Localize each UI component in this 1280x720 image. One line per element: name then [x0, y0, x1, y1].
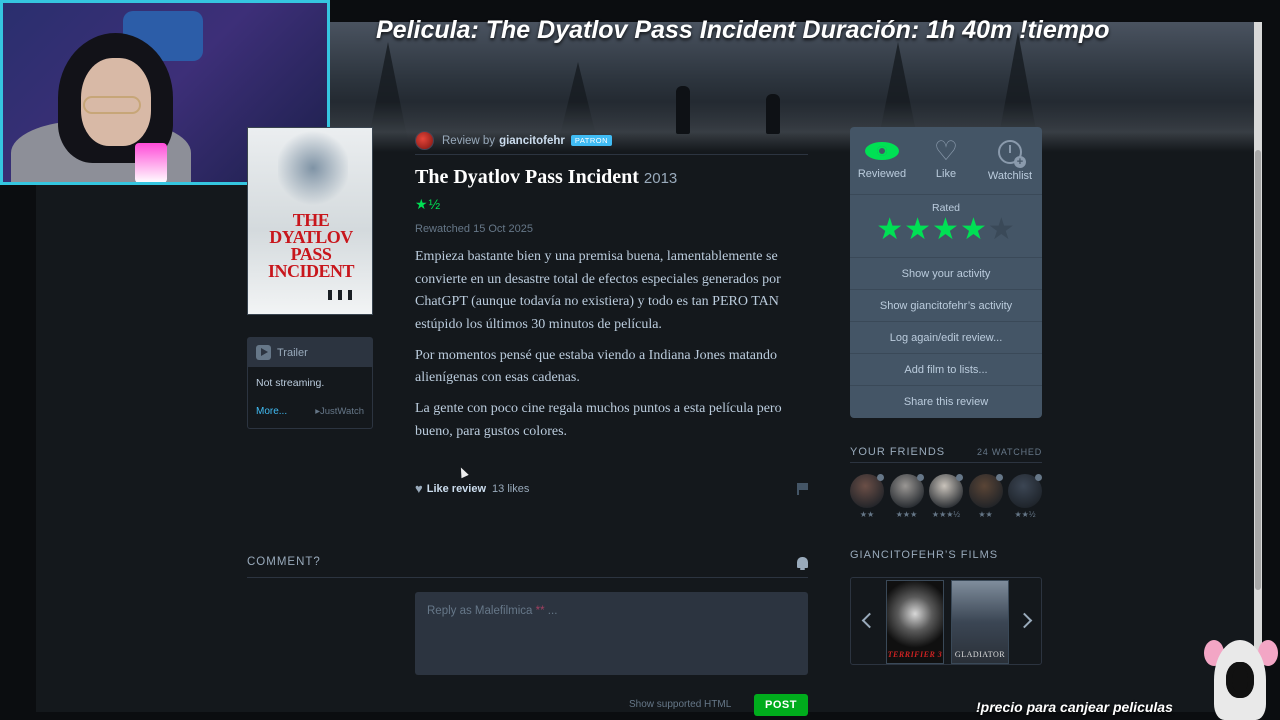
poster-title: THE DYATLOV PASS INCIDENT	[267, 210, 355, 281]
show-reviewer-activity-link[interactable]: Show giancitofehr’s activity	[850, 290, 1042, 322]
comment-heading: COMMENT?	[247, 556, 808, 578]
share-review-link[interactable]: Share this review	[850, 386, 1042, 418]
rating-star-icon[interactable]: ★	[904, 213, 932, 246]
watchlist-label: Watchlist	[987, 170, 1033, 182]
film-poster-thumb[interactable]: GLADIATOR	[951, 580, 1009, 664]
reply-textarea[interactable]	[415, 592, 808, 675]
watchlist-toggle[interactable]: Watchlist	[978, 127, 1042, 194]
show-supported-html-link[interactable]: Show supported HTML	[629, 699, 731, 710]
friend-item[interactable]: ★★½	[1008, 474, 1042, 519]
film-title-row: The Dyatlov Pass Incident 2013	[415, 166, 677, 189]
reviewer-username[interactable]: giancitofehr	[499, 135, 565, 147]
friend-avatar[interactable]	[889, 474, 924, 508]
like-toggle[interactable]: ♡ Like	[914, 127, 978, 194]
reviewed-toggle[interactable]: Reviewed	[850, 127, 914, 194]
flag-icon[interactable]	[797, 483, 808, 495]
streaming-status: Not streaming.	[256, 377, 325, 389]
friend-rating: ★★	[859, 510, 875, 519]
rating-star-icon[interactable]: ★	[876, 213, 904, 246]
rewatched-date: Rewatched 15 Oct 2025	[415, 223, 534, 235]
more-link[interactable]: More...	[256, 406, 287, 417]
reviewer-avatar[interactable]	[415, 131, 434, 150]
friend-rating: ★★★½	[931, 510, 961, 519]
add-to-lists-link[interactable]: Add film to lists...	[850, 354, 1042, 386]
film-year-link[interactable]: 2013	[644, 170, 677, 187]
review-paragraph: Por momentos pensé que estaba viendo a I…	[415, 347, 777, 386]
star-rating-widget[interactable]: ★★★★★	[850, 214, 1042, 246]
webcam-person-glasses	[83, 96, 141, 114]
trailer-label: Trailer	[277, 346, 308, 359]
comment-heading-label: COMMENT?	[247, 556, 321, 568]
rating-star-icon[interactable]: ★	[988, 213, 1016, 246]
friend-item[interactable]: ★★	[968, 474, 1003, 519]
friend-item[interactable]: ★★	[850, 474, 884, 519]
justwatch-link[interactable]: ▸JustWatch	[315, 406, 364, 417]
friends-heading: YOUR FRIENDS 24 WATCHED	[850, 446, 1042, 463]
review-by-prefix: Review by	[442, 134, 496, 147]
friends-watched-count[interactable]: 24 WATCHED	[977, 447, 1042, 457]
friend-avatar[interactable]	[850, 474, 884, 508]
film-poster-thumb-title: TERRIFIER 3	[887, 650, 943, 659]
friend-avatar[interactable]	[929, 474, 963, 508]
friend-item[interactable]: ★★★½	[929, 474, 963, 519]
user-films-heading[interactable]: GIANCITOFEHR’S FILMS	[850, 549, 1042, 561]
likes-count[interactable]: 13 likes	[492, 483, 529, 495]
friend-avatar[interactable]	[968, 474, 1003, 508]
show-your-activity-link[interactable]: Show your activity	[850, 258, 1042, 290]
stream-bottom-overlay: !precio para canjear peliculas	[976, 699, 1173, 715]
rating-block: Rated ★★★★★	[850, 195, 1042, 258]
rating-star-icon[interactable]: ★	[932, 213, 960, 246]
review-text: Empieza bastante bien y una premisa buen…	[415, 246, 808, 452]
post-button[interactable]: POST	[754, 694, 808, 716]
user-films-carousel: TERRIFIER 3 GLADIATOR	[850, 577, 1042, 665]
friend-rating: ★★	[978, 510, 993, 519]
watchlist-clock-icon	[998, 140, 1026, 168]
friends-title[interactable]: YOUR FRIENDS	[850, 446, 945, 458]
trailer-panel: Trailer Not streaming. More... ▸JustWatc…	[247, 337, 373, 429]
bell-icon[interactable]	[797, 557, 808, 570]
poster-figure	[338, 290, 342, 300]
play-icon	[256, 345, 271, 360]
film-poster-thumb[interactable]: TERRIFIER 3	[886, 580, 944, 664]
review-paragraph: Empieza bastante bien y una premisa buen…	[415, 249, 781, 332]
like-review-button[interactable]: Like review	[427, 483, 486, 495]
heart-icon[interactable]: ♥	[415, 481, 423, 496]
justwatch-label: JustWatch	[320, 406, 364, 417]
poster-art	[278, 128, 348, 208]
webcam-cup	[135, 143, 167, 182]
chevron-left-icon[interactable]	[861, 612, 871, 628]
friend-avatar[interactable]	[1008, 474, 1042, 508]
poster-figure	[348, 290, 352, 300]
friends-list: ★★ ★★★ ★★★½ ★★ ★★½	[850, 474, 1042, 519]
review-byline: Review by giancitofehr PATRON	[415, 127, 808, 155]
friend-rating: ★★★	[895, 510, 918, 519]
poster-figure	[328, 290, 332, 300]
ghostface-mascot-icon	[1214, 640, 1266, 720]
scrollbar-thumb[interactable]	[1255, 150, 1261, 590]
trailer-button[interactable]: Trailer	[248, 338, 372, 367]
rating-star-icon[interactable]: ★	[960, 213, 988, 246]
stream-title-overlay: Pelicula: The Dyatlov Pass Incident Dura…	[376, 16, 1110, 44]
log-again-link[interactable]: Log again/edit review...	[850, 322, 1042, 354]
film-title-link[interactable]: The Dyatlov Pass Incident	[415, 166, 639, 188]
heart-outline-icon: ♡	[933, 136, 959, 166]
friend-item[interactable]: ★★★	[889, 474, 924, 519]
film-poster[interactable]: THE DYATLOV PASS INCIDENT	[247, 127, 373, 315]
patron-badge: PATRON	[570, 135, 613, 146]
actions-panel: Reviewed ♡ Like Watchlist Rated ★★★★★ Sh…	[850, 127, 1042, 418]
chevron-right-icon[interactable]	[1021, 612, 1031, 628]
like-review-row: ♥ Like review 13 likes	[415, 481, 808, 496]
review-rating: ★½	[415, 196, 442, 212]
eye-icon	[865, 140, 899, 162]
film-poster-thumb-title: GLADIATOR	[954, 650, 1006, 659]
reviewed-label: Reviewed	[857, 168, 907, 180]
like-label: Like	[935, 168, 957, 180]
friend-rating: ★★½	[1014, 510, 1036, 519]
review-paragraph: La gente con poco cine regala muchos pun…	[415, 401, 782, 439]
